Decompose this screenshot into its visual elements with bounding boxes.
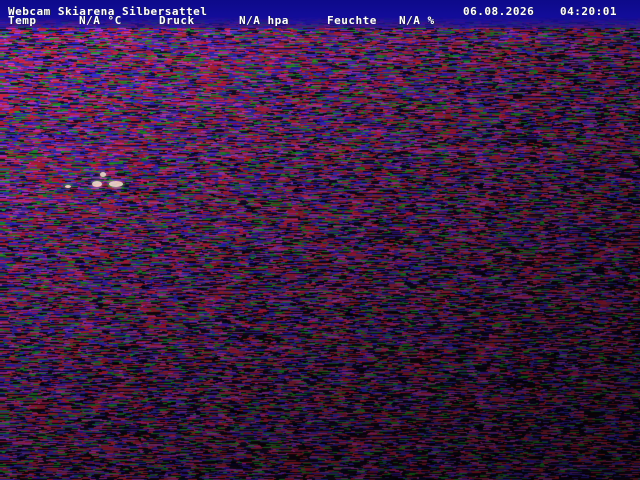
temp-value: N/A °C bbox=[79, 14, 122, 27]
overlay-time: 04:20:01 bbox=[560, 5, 617, 18]
overlay-date: 06.08.2026 bbox=[463, 5, 535, 18]
humidity-label: Feuchte bbox=[327, 14, 377, 27]
webcam-frame: Webcam Skiarena Silbersattel 06.08.2026 … bbox=[0, 0, 640, 480]
noise-image bbox=[0, 0, 640, 480]
temp-label: Temp bbox=[8, 14, 37, 27]
light-spot bbox=[109, 181, 123, 187]
pressure-value: N/A hpa bbox=[239, 14, 289, 27]
light-spot bbox=[100, 172, 106, 177]
humidity-value: N/A % bbox=[399, 14, 435, 27]
pressure-label: Druck bbox=[159, 14, 195, 27]
light-spot bbox=[92, 181, 102, 187]
light-spot bbox=[65, 185, 71, 188]
